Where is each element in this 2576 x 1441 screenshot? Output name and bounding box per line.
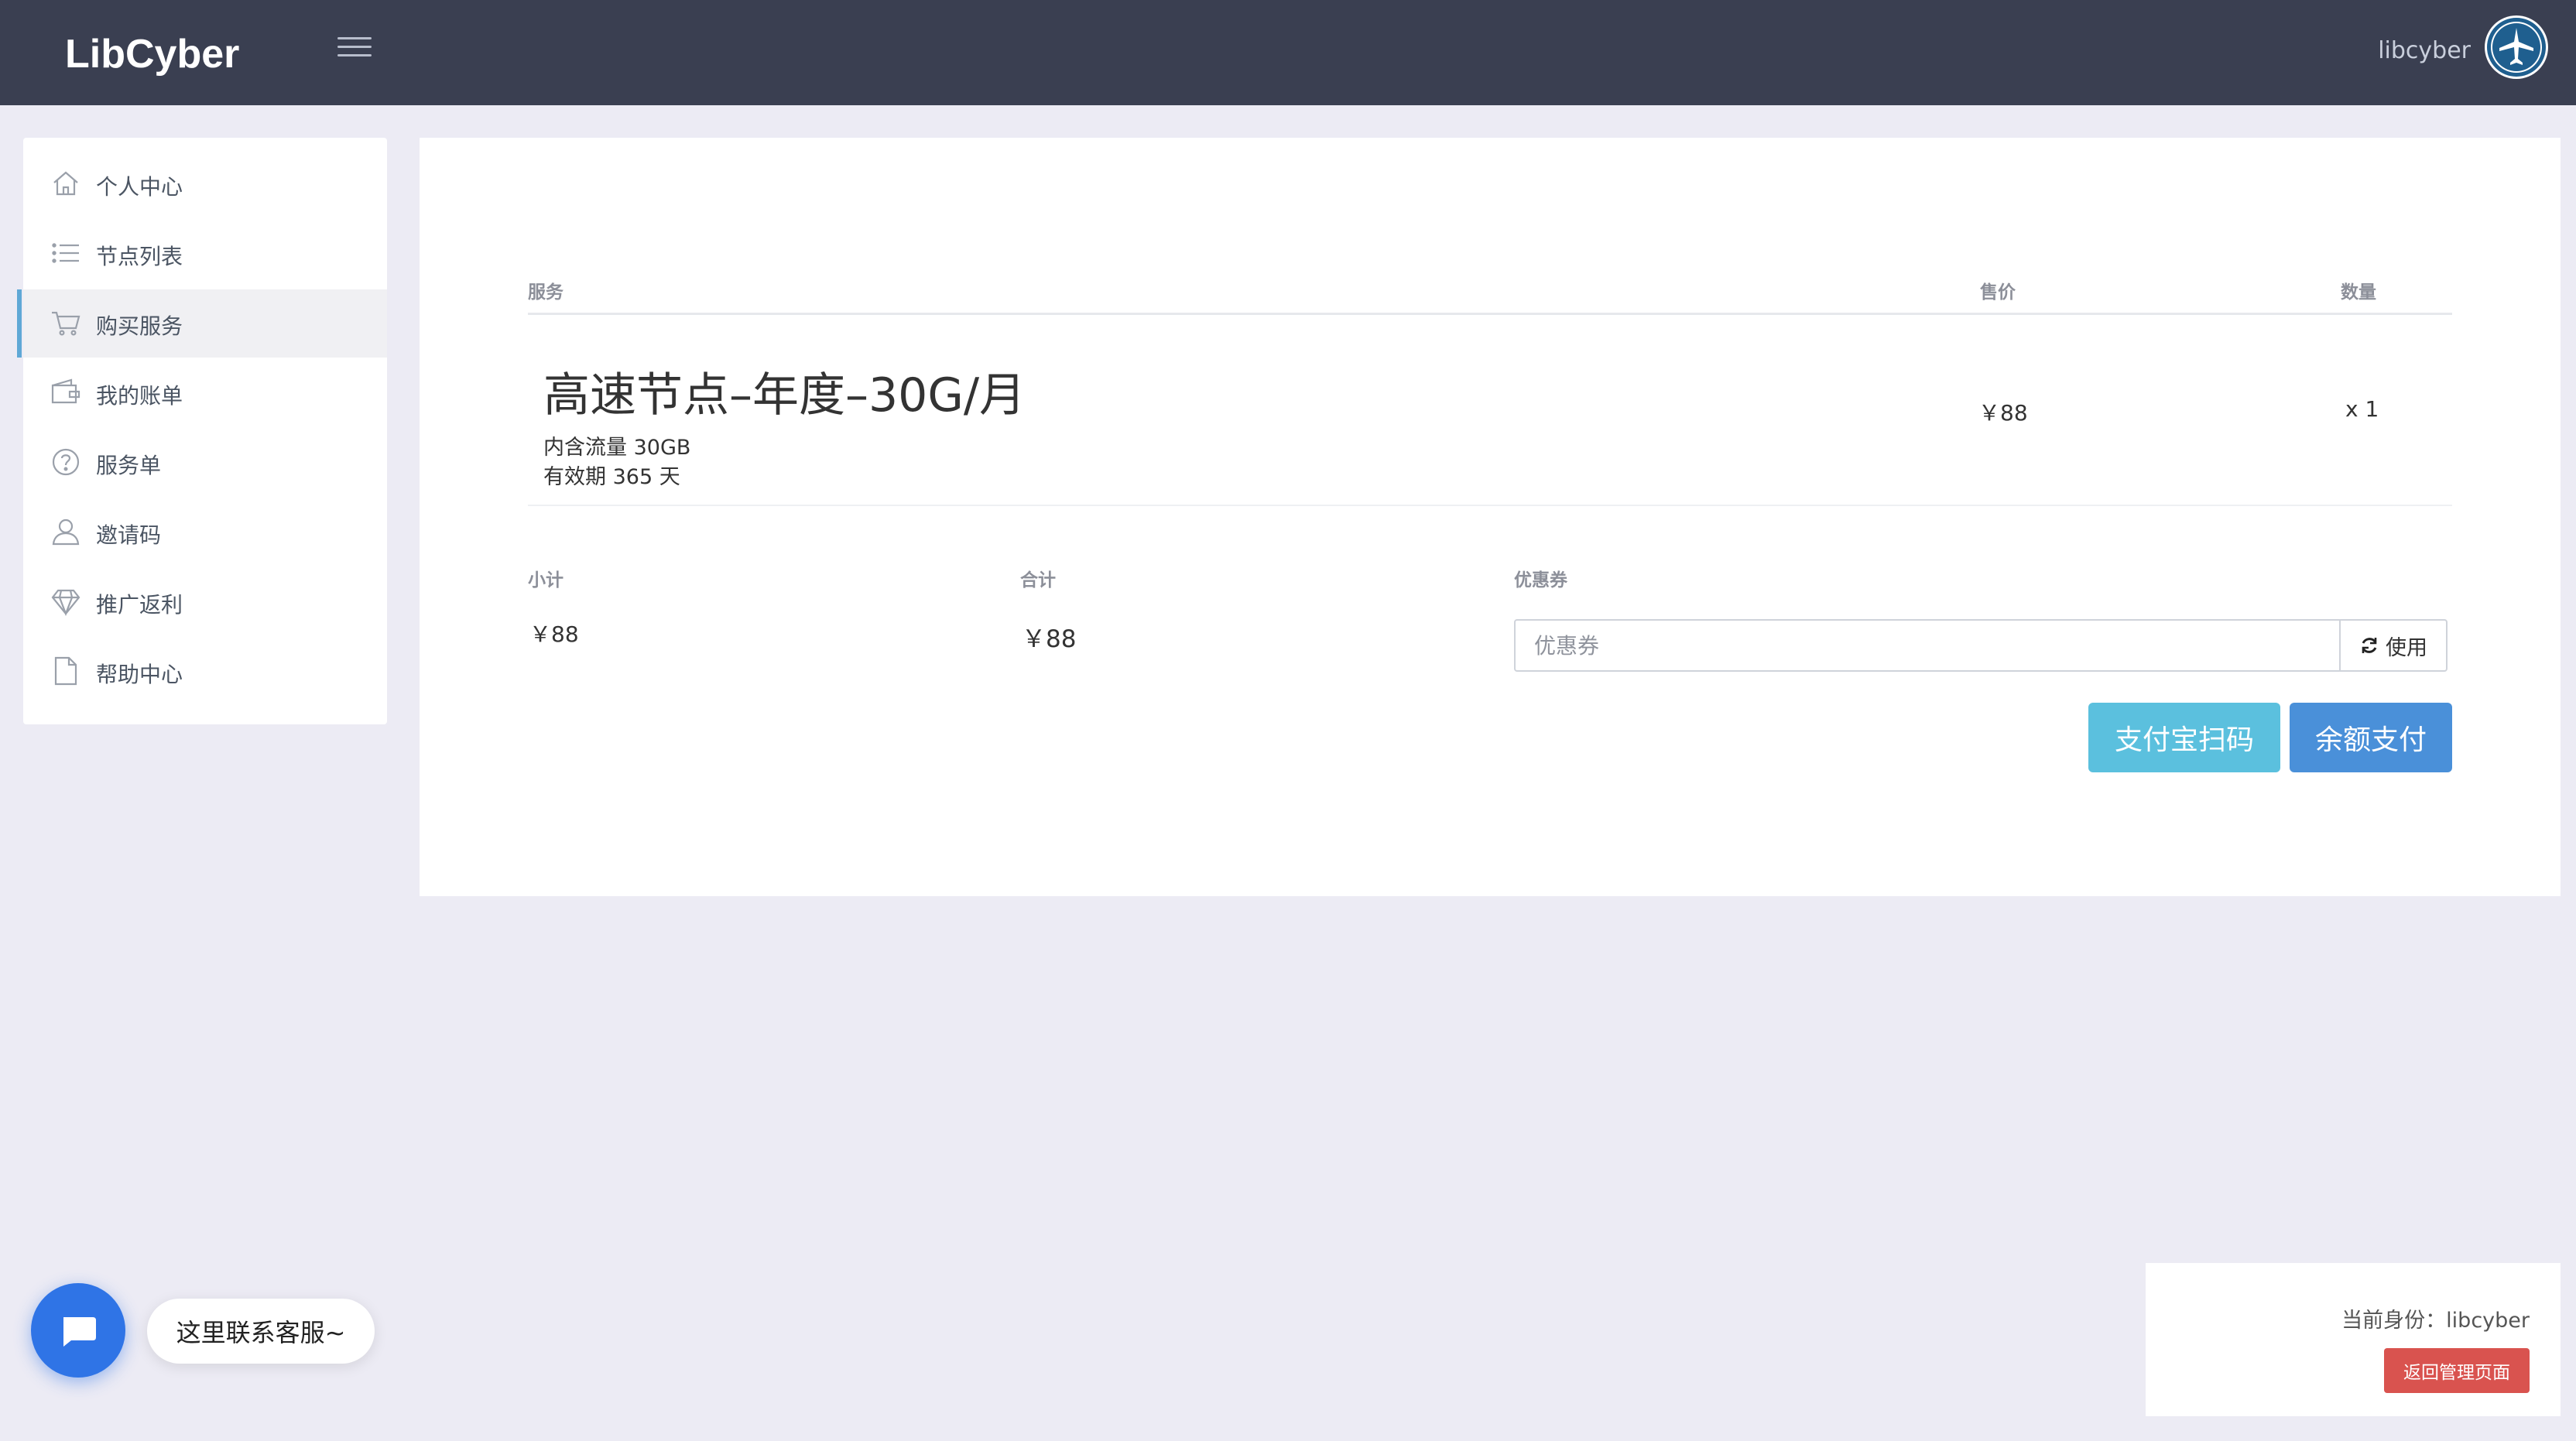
coupon-field-group: 使用 [1514,619,2448,672]
chat-icon [63,1317,96,1347]
chat-button[interactable] [31,1283,125,1378]
help-circle-icon [52,448,80,476]
subtotal-label: 小计 [528,570,564,590]
home-icon [53,171,78,196]
cart-icon [52,311,80,336]
sidebar-item-label: 购买服务 [96,313,183,339]
sidebar-item-nodes[interactable]: 节点列表 [23,220,387,288]
apply-coupon-button[interactable]: 使用 [2339,621,2446,670]
header-divider [528,313,2452,315]
apply-coupon-label: 使用 [2386,635,2427,660]
sidebar-item-profile[interactable]: 个人中心 [23,150,387,218]
diamond-icon [51,589,80,617]
brand-logo[interactable]: LibCyber [65,31,239,77]
user-icon [52,519,80,546]
total-label: 合计 [1020,570,1056,590]
sidebar-item-label: 帮助中心 [96,662,183,687]
identity-panel: 当前身份：libcyber 返回管理页面 [2146,1263,2561,1416]
list-icon [52,243,79,263]
sidebar-item-invite[interactable]: 邀请码 [23,498,387,566]
airplane-icon[interactable] [2485,15,2548,79]
product-price: ￥88 [1978,400,2028,426]
sidebar: 个人中心 节点列表 购买服务 我的账单 服务单 邀请码 推广返利 帮助中心 [17,138,387,724]
column-header-quantity: 数量 [2341,282,2376,303]
sidebar-item-label: 邀请码 [96,522,162,548]
sidebar-item-bills[interactable]: 我的账单 [23,359,387,427]
top-navbar: LibCyber libcyber [0,0,2576,105]
sidebar-item-label: 个人中心 [96,174,183,200]
chat-tooltip[interactable]: 这里联系客服~ [147,1299,375,1364]
alipay-qr-button[interactable]: 支付宝扫码 [2088,703,2280,772]
sidebar-item-help[interactable]: 帮助中心 [23,638,387,706]
sidebar-item-referral[interactable]: 推广返利 [23,568,387,636]
sidebar-item-label: 服务单 [96,453,162,478]
product-name: 高速节点–年度–30G/月 [543,368,1026,423]
refresh-icon [2362,638,2377,653]
total-value: ￥88 [1022,625,1077,653]
sidebar-item-label: 推广返利 [96,592,183,618]
hamburger-icon[interactable] [337,34,372,60]
sidebar-item-label: 节点列表 [96,244,183,269]
username-label[interactable]: libcyber [2378,37,2471,64]
sidebar-item-tickets[interactable]: 服务单 [23,429,387,497]
back-to-admin-button[interactable]: 返回管理页面 [2384,1348,2530,1393]
wallet-icon [51,378,80,404]
product-validity: 有效期 365 天 [543,465,680,489]
file-icon [54,656,77,686]
coupon-input[interactable] [1516,621,2339,670]
product-traffic: 内含流量 30GB [543,436,691,460]
current-identity-text: 当前身份：libcyber [2341,1309,2530,1333]
balance-pay-button[interactable]: 余额支付 [2290,703,2452,772]
row-divider [528,505,2452,506]
subtotal-value: ￥88 [529,621,579,647]
product-quantity: x 1 [2345,396,2379,422]
order-panel: 服务 售价 数量 高速节点–年度–30G/月 内含流量 30GB 有效期 365… [420,138,2561,896]
sidebar-item-purchase[interactable]: 购买服务 [17,289,387,358]
column-header-price: 售价 [1980,282,2016,303]
sidebar-item-label: 我的账单 [96,383,183,409]
coupon-label: 优惠券 [1514,570,1567,590]
column-header-service: 服务 [528,282,564,303]
